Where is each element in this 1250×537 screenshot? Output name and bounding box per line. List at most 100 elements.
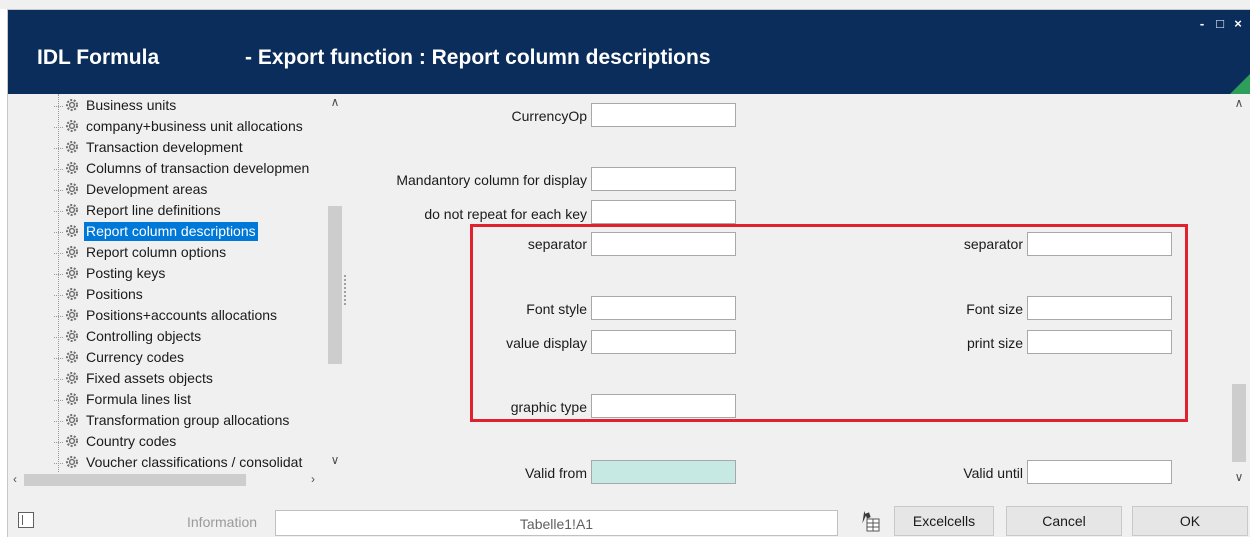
tree-hscroll-thumb[interactable] <box>24 474 246 486</box>
tree-item-label: Positions <box>86 286 143 302</box>
tree-horizontal-scrollbar[interactable]: ‹ › <box>8 472 342 488</box>
tree-item-label: Positions+accounts allocations <box>86 307 278 323</box>
tree-item-label: Formula lines list <box>86 391 192 407</box>
chevron-left-icon[interactable]: ‹ <box>8 472 22 486</box>
gear-icon <box>64 97 80 113</box>
tree-item-label: Development areas <box>86 181 208 197</box>
currency-op-label: CurrencyOp <box>511 108 587 124</box>
tree-connector <box>54 106 63 107</box>
tree-item-label: Transformation group allocations <box>86 412 290 428</box>
value-display-label: value display <box>506 335 587 351</box>
tree-item-label: Transaction development <box>86 139 243 155</box>
title-bar: IDL Formula - Export function : Report c… <box>8 10 1250 94</box>
separator-left-label: separator <box>527 236 587 252</box>
maximize-icon[interactable]: □ <box>1212 16 1228 32</box>
print-size-label: print size <box>966 335 1023 351</box>
tree-item-label: company+business unit allocations <box>86 118 303 134</box>
tree-connector <box>54 421 63 422</box>
value-display-input[interactable] <box>591 330 736 354</box>
app-window: IDL Formula - Export function : Report c… <box>0 0 1250 537</box>
ok-button[interactable]: OK <box>1132 506 1248 536</box>
tree-item-label: Voucher classifications / consolidat <box>86 454 303 470</box>
gear-icon <box>64 265 80 281</box>
panel-toggle-icon[interactable] <box>18 512 34 528</box>
separator-right-label: separator <box>963 236 1023 252</box>
excelcells-button[interactable]: Excelcells <box>894 506 994 536</box>
gear-icon <box>64 433 80 449</box>
valid-until-input[interactable] <box>1027 460 1172 484</box>
graphic-type-input[interactable] <box>591 394 736 418</box>
valid-from-input[interactable] <box>591 460 736 484</box>
chevron-down-icon[interactable]: ∨ <box>328 453 342 467</box>
form-vertical-scrollbar[interactable]: ∧ ∨ <box>1230 94 1248 490</box>
chevron-up-icon[interactable]: ∧ <box>328 95 342 109</box>
print-size-input[interactable] <box>1027 330 1172 354</box>
font-style-label: Font style <box>526 301 587 317</box>
do-not-repeat-input[interactable] <box>591 200 736 224</box>
tree-panel: Business units company+business unit allo… <box>8 94 342 490</box>
information-field[interactable]: Tabelle1!A1 <box>275 510 838 536</box>
tree-item-label: Business units <box>86 97 177 113</box>
gear-icon <box>64 202 80 218</box>
gear-icon <box>64 181 80 197</box>
app-title: IDL Formula <box>37 46 160 69</box>
tree-connector <box>54 148 63 149</box>
font-size-label: Font size <box>966 301 1023 317</box>
tree-connector <box>54 295 63 296</box>
chevron-right-icon[interactable]: › <box>306 472 320 486</box>
gear-icon <box>64 118 80 134</box>
mandatory-column-input[interactable] <box>591 167 736 191</box>
currency-op-input[interactable] <box>591 103 736 127</box>
tree-connector <box>54 442 63 443</box>
gear-icon <box>64 391 80 407</box>
tree-connector <box>54 358 63 359</box>
window-title: - Export function : Report column descri… <box>245 46 711 69</box>
tree-connector <box>54 190 63 191</box>
gear-icon <box>64 370 80 386</box>
graphic-type-label: graphic type <box>510 399 587 415</box>
gear-icon <box>64 454 80 470</box>
gear-icon <box>64 412 80 428</box>
panel-splitter[interactable] <box>344 275 348 305</box>
tree-item-label: Currency codes <box>86 349 185 365</box>
tree-item-label: Fixed assets objects <box>86 370 213 386</box>
tree-vertical-scrollbar[interactable]: ∧ ∨ <box>328 94 342 472</box>
chevron-up-icon[interactable]: ∧ <box>1232 96 1246 110</box>
gear-icon <box>64 160 80 176</box>
tree-item-label: Report column options <box>86 244 227 260</box>
minimize-icon[interactable]: - <box>1194 16 1210 32</box>
cancel-button[interactable]: Cancel <box>1006 506 1122 536</box>
font-size-input[interactable] <box>1027 296 1172 320</box>
close-icon[interactable]: × <box>1230 16 1246 32</box>
mandatory-column-label: Mandantory column for display <box>396 172 587 188</box>
tree-connector <box>54 169 63 170</box>
do-not-repeat-label: do not repeat for each key <box>424 206 587 222</box>
gear-icon <box>64 139 80 155</box>
valid-from-label: Valid from <box>525 465 587 481</box>
tree-connector-line <box>58 94 59 472</box>
tree-connector <box>54 316 63 317</box>
excel-export-icon[interactable] <box>858 510 880 532</box>
corner-accent <box>1230 74 1250 94</box>
separator-right-input[interactable] <box>1027 232 1172 256</box>
form-panel: CurrencyOp Mandantory column for display… <box>350 94 1250 490</box>
tree-item-label: Columns of transaction developmen <box>86 160 310 176</box>
tree-item-label: Report line definitions <box>86 202 221 218</box>
tree-item-label: Country codes <box>86 433 177 449</box>
tree-connector <box>54 232 63 233</box>
font-style-input[interactable] <box>591 296 736 320</box>
gear-icon <box>64 244 80 260</box>
tree-item-label: Posting keys <box>86 265 166 281</box>
tree-connector <box>54 274 63 275</box>
gear-icon <box>64 286 80 302</box>
tree-item-label: Controlling objects <box>86 328 202 344</box>
gear-icon <box>64 223 80 239</box>
gear-icon <box>64 307 80 323</box>
tree-scroll-thumb[interactable] <box>328 206 342 364</box>
chevron-down-icon[interactable]: ∨ <box>1232 470 1246 484</box>
separator-left-input[interactable] <box>591 232 736 256</box>
information-label: Information <box>187 514 258 530</box>
tree-connector <box>54 379 63 380</box>
tree-connector <box>54 127 63 128</box>
form-scroll-thumb[interactable] <box>1232 384 1246 462</box>
